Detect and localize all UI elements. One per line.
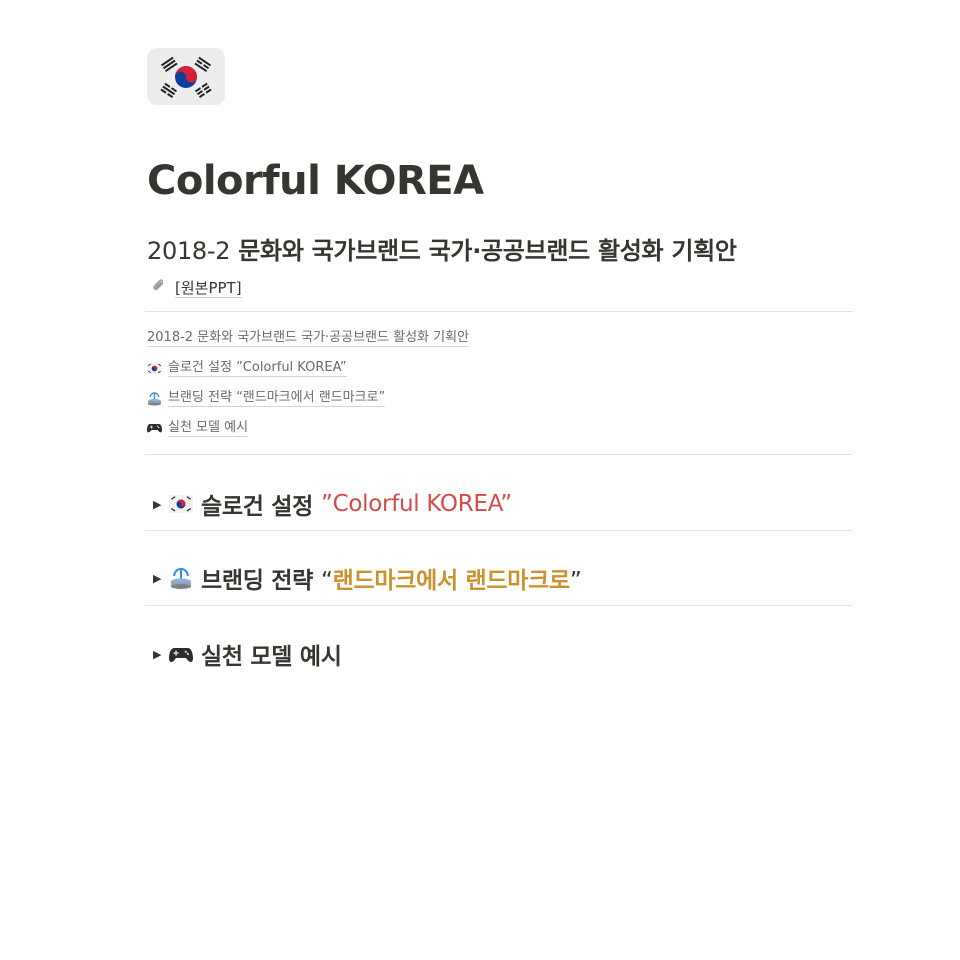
game-controller-icon (169, 645, 193, 664)
divider (145, 454, 853, 455)
toc-item-label: 실천 모델 예시 (168, 420, 249, 437)
quote-close: ” (500, 491, 512, 517)
toc-item-label: 슬로건 설정 ”Colorful KOREA” (168, 360, 347, 377)
toc-item-slogan[interactable]: 슬로건 설정 ”Colorful KOREA” (147, 357, 347, 379)
toc-item-branding[interactable]: 브랜딩 전략 “랜드마크에서 랜드마크로” (147, 387, 386, 409)
subtitle-number: 2018-2 (147, 237, 231, 265)
toggle-arrow-icon[interactable]: ▶ (147, 572, 169, 585)
south-korea-flag-icon (169, 495, 193, 513)
south-korea-flag-icon (157, 53, 215, 100)
subtitle-heading[interactable]: 2018-2 문화와 국가브랜드 국가·공공브랜드 활성화 기획안 (147, 234, 737, 268)
toc-item-overview[interactable]: 2018-2 문화와 국가브랜드 국가·공공브랜드 활성화 기획안 (147, 327, 469, 349)
toggle-heading: 슬로건 설정 ”Colorful KOREA” (169, 487, 512, 521)
highlight-text: 랜드마크에서 랜드마크로 (332, 568, 570, 594)
page-title[interactable]: Colorful KOREA (147, 156, 484, 206)
section-highlight: ”Colorful KOREA” (321, 491, 512, 517)
section-title: 슬로건 설정 (201, 494, 314, 520)
toggle-section-examples[interactable]: ▶ 실천 모델 예시 (147, 634, 342, 674)
fountain-icon (148, 391, 161, 405)
quote-close: ” (569, 568, 582, 594)
divider (145, 530, 853, 531)
paperclip-icon (151, 278, 167, 298)
divider (145, 311, 853, 312)
toggle-section-branding[interactable]: ▶ 브랜딩 전략 “랜드마크에서 랜드마크로” (147, 558, 582, 598)
highlight-text: Colorful KOREA (332, 491, 501, 517)
quote-open: “ (321, 568, 333, 594)
toggle-section-slogan[interactable]: ▶ 슬로건 설정 ”Colorful KOREA” (147, 484, 512, 524)
quote-open: ” (321, 491, 333, 517)
toc-item-label: 브랜딩 전략 “랜드마크에서 랜드마크로” (168, 390, 386, 407)
page-icon-button[interactable] (147, 48, 225, 105)
divider (145, 605, 853, 606)
toggle-heading: 실천 모델 예시 (169, 637, 342, 671)
game-controller-icon (147, 424, 162, 433)
attachment-label: [원본PPT] (175, 278, 242, 298)
attachment-link[interactable]: [원본PPT] (151, 276, 242, 300)
toggle-arrow-icon[interactable]: ▶ (147, 648, 169, 661)
toggle-arrow-icon[interactable]: ▶ (147, 498, 169, 511)
section-title: 브랜딩 전략 (201, 568, 314, 594)
section-title: 실천 모델 예시 (201, 644, 342, 670)
toc-item-examples[interactable]: 실천 모델 예시 (147, 417, 249, 439)
toc-item-label: 2018-2 문화와 국가브랜드 국가·공공브랜드 활성화 기획안 (147, 330, 469, 347)
subtitle-text: 문화와 국가브랜드 국가·공공브랜드 활성화 기획안 (238, 237, 737, 265)
south-korea-flag-icon (147, 362, 162, 374)
toggle-heading: 브랜딩 전략 “랜드마크에서 랜드마크로” (169, 561, 582, 595)
fountain-icon (169, 566, 193, 590)
section-highlight: “랜드마크에서 랜드마크로” (321, 561, 582, 595)
